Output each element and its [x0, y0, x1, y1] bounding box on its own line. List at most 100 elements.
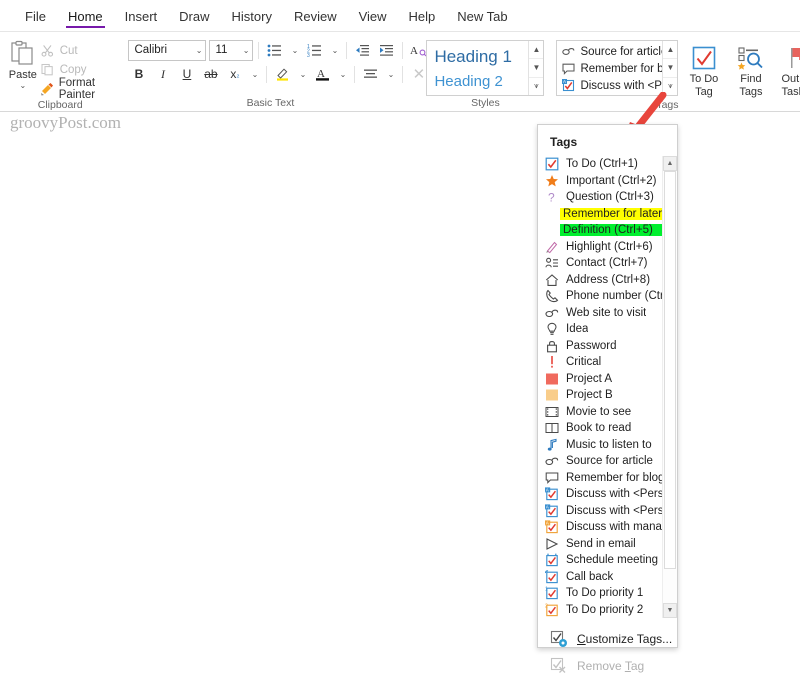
tags-panel-item[interactable]: A Discuss with <Person	[538, 503, 662, 520]
ribbon-tab-review[interactable]: Review	[283, 5, 348, 31]
subscript-button[interactable]: x₂	[224, 64, 245, 85]
tags-panel-item[interactable]: Contact (Ctrl+7)	[538, 255, 662, 272]
tags-panel-item[interactable]: Definition (Ctrl+5)	[538, 222, 662, 239]
tags-gallery[interactable]: Source for article Remember for blog A D…	[556, 40, 679, 96]
outlook-tasks-button[interactable]: Outlook Tasks ⌄	[776, 40, 800, 98]
align-icon[interactable]	[360, 64, 381, 85]
tags-panel-item[interactable]: Address (Ctrl+8)	[538, 272, 662, 289]
ribbon-group-styles: Heading 1 Heading 2 ▲ ▼ ⩛ Styles	[420, 32, 550, 111]
tags-panel-scrollbar[interactable]: ▲ ▼	[662, 156, 677, 618]
numbering-dropdown-chevron-icon[interactable]: ⌄	[328, 40, 341, 61]
styles-scroll-spinner[interactable]: ▲ ▼ ⩛	[528, 41, 544, 95]
increase-indent-icon[interactable]	[376, 40, 397, 61]
tags-panel-item[interactable]: Important (Ctrl+2)	[538, 173, 662, 190]
tags-gallery-item-source-for-article[interactable]: Source for article	[561, 43, 662, 60]
tags-panel-item[interactable]: Phone number (Ctrl+9	[538, 288, 662, 305]
find-tags-button[interactable]: Find Tags	[729, 40, 772, 98]
subscript-dropdown-chevron-icon[interactable]: ⌄	[248, 64, 261, 85]
tags-panel-item[interactable]: Source for article	[538, 453, 662, 470]
tags-panel-item[interactable]: Book to read	[538, 420, 662, 437]
bullets-dropdown-chevron-icon[interactable]: ⌄	[288, 40, 301, 61]
ribbon-tab-view[interactable]: View	[348, 5, 398, 31]
tags-panel-item[interactable]: A Discuss with <Person	[538, 486, 662, 503]
scroll-down-icon[interactable]: ▼	[529, 59, 544, 78]
scroll-up-icon[interactable]: ▲	[529, 41, 544, 60]
tags-panel-item[interactable]: Idea	[538, 321, 662, 338]
customize-tags-menu-item[interactable]: Customize Tags...	[538, 625, 677, 652]
underline-button[interactable]: U	[176, 64, 197, 85]
tags-panel-item[interactable]: Password	[538, 338, 662, 355]
ribbon-tab-help[interactable]: Help	[398, 5, 447, 31]
cut-button[interactable]: Cut	[40, 41, 115, 60]
tags-group-label: Tags	[656, 99, 679, 111]
scroll-up-icon[interactable]: ▲	[663, 156, 677, 171]
ribbon-tab-file[interactable]: File	[14, 5, 57, 31]
tags-panel-item[interactable]: Web site to visit	[538, 305, 662, 322]
basic-text-group-label: Basic Text	[246, 97, 295, 109]
tags-panel-item[interactable]: Send in email	[538, 536, 662, 553]
to-do-tag-button[interactable]: To Do Tag	[682, 40, 725, 98]
styles-gallery[interactable]: Heading 1 Heading 2 ▲ ▼ ⩛	[426, 40, 545, 96]
paste-dropdown-chevron-icon[interactable]: ⌄	[19, 82, 26, 90]
tags-panel-item[interactable]: 1 To Do priority 1	[538, 585, 662, 602]
tags-gallery-item-discuss-with-person[interactable]: A Discuss with <Person	[561, 77, 662, 94]
tags-panel-item[interactable]: Project A	[538, 371, 662, 388]
format-painter-button[interactable]: Format Painter	[40, 77, 115, 101]
ribbon-tab-draw[interactable]: Draw	[168, 5, 220, 31]
speech-bubble-icon	[561, 62, 575, 76]
tags-panel-item[interactable]: Remember for blog	[538, 470, 662, 487]
highlight-icon[interactable]	[272, 64, 293, 85]
scroll-down-icon[interactable]: ▼	[663, 59, 678, 78]
bold-button[interactable]: B	[128, 64, 149, 85]
tags-panel-item[interactable]: A Discuss with manager	[538, 519, 662, 536]
strikethrough-button[interactable]: ab	[200, 64, 221, 85]
ribbon-tab-insert[interactable]: Insert	[114, 5, 169, 31]
scrollbar-track[interactable]	[663, 171, 677, 603]
tags-panel-item[interactable]: Call back	[538, 569, 662, 586]
bullets-icon[interactable]	[264, 40, 285, 61]
todo-checkbox-icon	[691, 43, 717, 73]
tags-panel-item[interactable]: 2 To Do priority 2	[538, 602, 662, 619]
scroll-down-icon[interactable]: ▼	[663, 603, 677, 618]
ribbon-tab-history[interactable]: History	[221, 5, 283, 31]
outlook-flag-icon	[787, 43, 800, 73]
paste-button[interactable]: Paste ⌄	[6, 38, 40, 90]
tags-panel-item[interactable]: Music to listen to	[538, 437, 662, 454]
tags-panel-item[interactable]: Movie to see	[538, 404, 662, 421]
align-dropdown-chevron-icon[interactable]: ⌄	[384, 64, 397, 85]
font-color-dropdown-chevron-icon[interactable]: ⌄	[336, 64, 349, 85]
tags-gallery-scroll-spinner[interactable]: ▲ ▼ ⩛	[662, 41, 678, 95]
tags-panel-item[interactable]: To Do (Ctrl+1)	[538, 156, 662, 173]
tags-gallery-item-remember-for-blog[interactable]: Remember for blog	[561, 60, 662, 77]
highlight-dropdown-chevron-icon[interactable]: ⌄	[296, 64, 309, 85]
decrease-indent-icon[interactable]	[352, 40, 373, 61]
style-heading-1[interactable]: Heading 1	[434, 44, 528, 69]
italic-button[interactable]: I	[152, 64, 173, 85]
tags-panel-item[interactable]: ? Question (Ctrl+3)	[538, 189, 662, 206]
scrollbar-thumb[interactable]	[664, 171, 676, 569]
remove-tag-menu-item[interactable]: Remove Tag	[538, 652, 677, 679]
tags-panel-item[interactable]: Critical	[538, 354, 662, 371]
send-email-icon	[543, 536, 560, 551]
tags-more-icon[interactable]: ⩛	[663, 78, 677, 95]
font-size-value: 11	[215, 44, 228, 56]
font-name-combo[interactable]: Calibri ⌄	[128, 39, 207, 61]
font-size-combo[interactable]: 11 ⌄	[209, 39, 254, 61]
ribbon-group-basic-text: Calibri ⌄ 11 ⌄ ⌄ 123 ⌄ A B I U ab x ₂ ⌄ …	[120, 32, 428, 111]
ribbon-tab-home[interactable]: Home	[57, 5, 114, 31]
tags-panel-item[interactable]: Highlight (Ctrl+6)	[538, 239, 662, 256]
orange-square-icon	[543, 388, 560, 403]
tags-panel-item[interactable]: Remember for later (	[538, 206, 662, 223]
find-tags-label-1: Find	[740, 73, 762, 85]
tags-panel-item[interactable]: Schedule meeting	[538, 552, 662, 569]
font-color-icon[interactable]: A	[312, 64, 333, 85]
tags-panel-item[interactable]: Project B	[538, 387, 662, 404]
styles-more-icon[interactable]: ⩛	[529, 78, 543, 95]
callback-checkbox-icon	[543, 569, 560, 584]
chevron-down-icon: ⌄	[242, 45, 250, 55]
scroll-up-icon[interactable]: ▲	[663, 41, 678, 60]
style-heading-2[interactable]: Heading 2	[434, 69, 528, 94]
numbering-icon[interactable]: 123	[304, 40, 325, 61]
format-painter-icon	[40, 81, 54, 96]
ribbon-tab-new-tab[interactable]: New Tab	[446, 5, 518, 31]
